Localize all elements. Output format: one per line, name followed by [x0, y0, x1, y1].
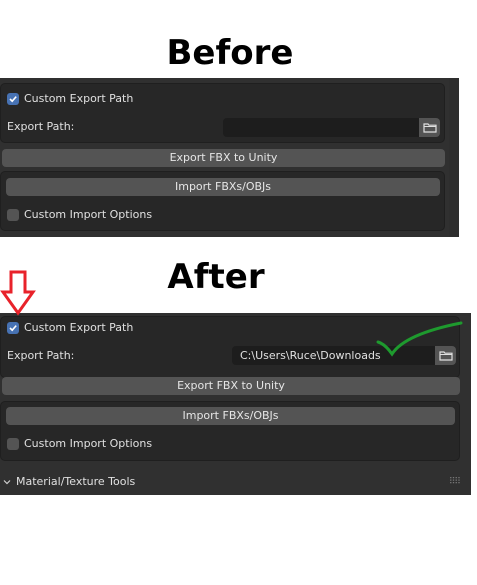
export-fbx-button[interactable]: Export FBX to Unity [2, 377, 460, 395]
before-right-edge [449, 78, 459, 237]
before-heading: Before [166, 33, 294, 73]
chevron-down-icon [3, 479, 11, 484]
import-fbx-obj-button[interactable]: Import FBXs/OBJs [6, 407, 455, 425]
custom-export-path-checkbox[interactable]: Custom Export Path [7, 92, 133, 105]
export-path-label-row: Export Path: [7, 349, 74, 362]
folder-icon [422, 123, 437, 133]
export-path-label: Export Path: [7, 349, 75, 362]
custom-export-path-label: Custom Export Path [24, 92, 134, 105]
after-heading: After [167, 257, 265, 297]
custom-export-path-checkbox[interactable]: Custom Export Path [7, 321, 133, 334]
material-texture-tools-header[interactable]: Material/Texture Tools ⠿⠿ [2, 475, 464, 488]
checkbox-checked-icon [7, 92, 19, 105]
export-path-field[interactable] [223, 118, 419, 137]
custom-import-options-label: Custom Import Options [24, 208, 153, 221]
custom-import-options-checkbox[interactable]: Custom Import Options [7, 437, 152, 450]
green-checkmark [376, 321, 463, 357]
red-down-arrow [0, 270, 36, 316]
folder-browse-button[interactable] [419, 118, 440, 137]
custom-import-options-label: Custom Import Options [24, 437, 153, 450]
checkbox-unchecked-icon [7, 208, 19, 221]
checkbox-checked-icon [7, 321, 19, 334]
export-path-label: Export Path: [7, 120, 75, 133]
before-panel: Custom Export Path Export Path: Export F… [0, 78, 459, 237]
custom-export-path-label: Custom Export Path [24, 321, 134, 334]
import-fbx-obj-button[interactable]: Import FBXs/OBJs [6, 178, 440, 196]
drag-handle-icon[interactable]: ⠿⠿ [449, 477, 461, 487]
material-texture-tools-label: Material/Texture Tools [16, 475, 136, 488]
export-fbx-button[interactable]: Export FBX to Unity [2, 149, 445, 167]
export-path-label-row: Export Path: [7, 120, 74, 133]
checkbox-unchecked-icon [7, 437, 19, 450]
custom-import-options-checkbox[interactable]: Custom Import Options [7, 208, 152, 221]
